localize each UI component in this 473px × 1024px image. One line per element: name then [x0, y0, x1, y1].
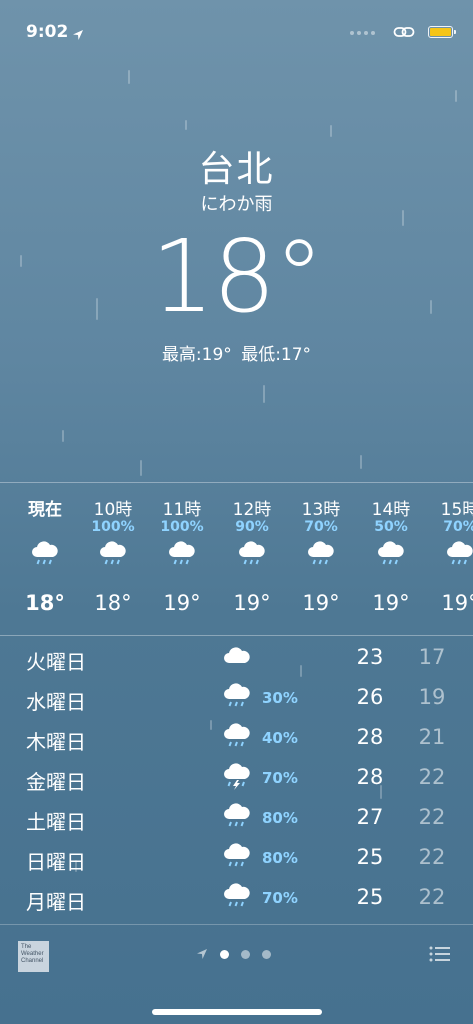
low-temperature: 最低:17° [241, 345, 312, 365]
cloud-icon [222, 643, 252, 675]
rain-cloud-icon [167, 541, 197, 573]
day-low: 22 [418, 805, 446, 829]
day-precip: 30% [262, 689, 298, 707]
day-high: 28 [356, 765, 384, 789]
day-high: 26 [356, 685, 384, 709]
rain-cloud-icon [237, 541, 267, 573]
day-high: 23 [356, 645, 384, 669]
daily-row: 金曜日 70% 28 22 [0, 760, 473, 800]
hour-temp: 19° [441, 591, 473, 615]
hour-label: 15時 [440, 500, 473, 520]
hour-precip: 50% [374, 519, 408, 535]
day-name: 木曜日 [26, 730, 86, 754]
day-high: 28 [356, 725, 384, 749]
logo-line: Weather [21, 951, 44, 957]
hour-temp: 19° [233, 591, 271, 615]
hourly-forecast[interactable]: 現在 18° 10時 100% 18° 11時 100% 19° 12時 90%… [0, 482, 473, 636]
hour-precip: 100% [160, 519, 204, 535]
day-precip: 70% [262, 889, 298, 907]
day-low: 22 [418, 845, 446, 869]
weather-channel-logo[interactable]: The Weather Channel [18, 941, 49, 972]
page-dot[interactable] [241, 950, 250, 959]
city-name: 台北 [198, 149, 275, 190]
high-temperature: 最高:19° [161, 345, 232, 365]
status-time: 9:02 [26, 22, 69, 42]
day-name: 月曜日 [26, 890, 86, 914]
day-low: 22 [418, 765, 446, 789]
day-low: 21 [418, 725, 446, 749]
day-high: 27 [356, 805, 384, 829]
home-indicator[interactable] [152, 1009, 322, 1015]
battery-icon [428, 26, 456, 38]
day-name: 金曜日 [26, 770, 86, 794]
hour-label: 11時 [162, 500, 202, 520]
day-name: 火曜日 [26, 650, 86, 674]
hour-precip: 70% [304, 519, 338, 535]
day-precip: 80% [262, 849, 298, 867]
bottom-toolbar: The Weather Channel [0, 924, 473, 985]
list-icon[interactable] [429, 946, 451, 966]
rain-cloud-icon [98, 541, 128, 573]
page-dot[interactable] [262, 950, 271, 959]
day-name: 日曜日 [26, 850, 86, 874]
day-high: 25 [356, 845, 384, 869]
rain-cloud-icon [306, 541, 336, 573]
logo-line: Channel [21, 958, 44, 964]
rain-cloud-icon [30, 541, 60, 573]
hour-precip: 70% [443, 519, 473, 535]
logo-line: The [21, 944, 32, 950]
hour-temp: 19° [302, 591, 340, 615]
day-name: 水曜日 [26, 690, 86, 714]
daily-row: 日曜日 80% 25 22 [0, 840, 473, 880]
day-precip: 40% [262, 729, 298, 747]
hour-label: 10時 [93, 500, 133, 520]
location-arrow-icon [72, 26, 84, 45]
current-temperature: 18° [150, 218, 324, 335]
rain-cloud-icon [222, 723, 252, 755]
rain-cloud-icon [222, 683, 252, 715]
day-low: 22 [418, 885, 446, 909]
weather-condition: にわか雨 [200, 194, 273, 215]
signal-dots-icon [350, 31, 375, 35]
link-icon [393, 24, 415, 44]
daily-row: 水曜日 30% 26 19 [0, 680, 473, 720]
hour-temp: 18° [25, 591, 65, 615]
hour-label: 14時 [371, 500, 411, 520]
day-low: 19 [418, 685, 446, 709]
hour-label: 現在 [28, 500, 62, 520]
status-bar: 9:02 [26, 22, 456, 46]
day-high: 25 [356, 885, 384, 909]
day-low: 17 [418, 645, 446, 669]
hour-label: 13時 [301, 500, 341, 520]
location-arrow-icon [196, 945, 208, 964]
day-precip: 70% [262, 769, 298, 787]
day-precip: 80% [262, 809, 298, 827]
hour-precip: 90% [235, 519, 269, 535]
page-dot[interactable] [220, 950, 229, 959]
rain-cloud-icon [222, 803, 252, 835]
high-low-temperature: 最高:19° 最低:17° [0, 340, 473, 365]
hour-label: 12時 [232, 500, 272, 520]
daily-row: 月曜日 70% 25 22 [0, 880, 473, 920]
daily-row: 木曜日 40% 28 21 [0, 720, 473, 760]
hour-temp: 19° [163, 591, 201, 615]
hour-temp: 18° [94, 591, 132, 615]
rain-cloud-icon [222, 883, 252, 915]
hour-precip: 100% [91, 519, 135, 535]
daily-row: 土曜日 80% 27 22 [0, 800, 473, 840]
thunderstorm-icon [222, 763, 252, 795]
day-name: 土曜日 [26, 810, 86, 834]
daily-row: 火曜日 23 17 [0, 640, 473, 680]
hour-temp: 19° [372, 591, 410, 615]
rain-cloud-icon [222, 843, 252, 875]
rain-cloud-icon [376, 541, 406, 573]
page-indicator[interactable] [196, 945, 271, 964]
rain-cloud-icon [445, 541, 473, 573]
